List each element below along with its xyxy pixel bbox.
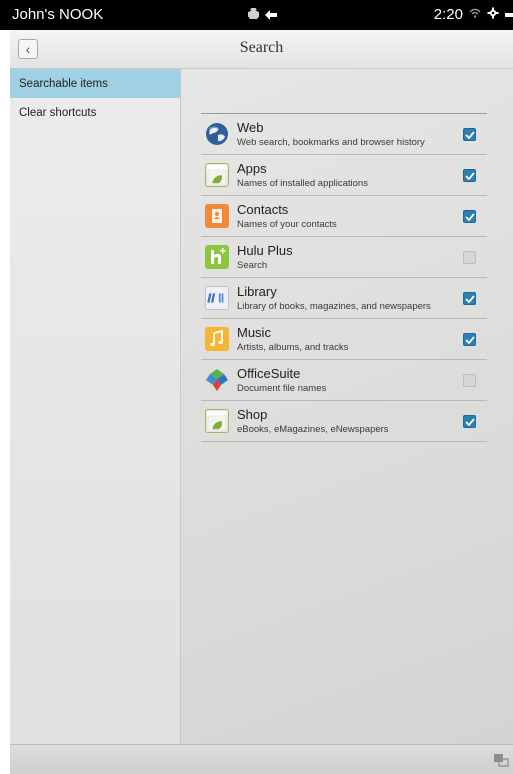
list-item-officesuite[interactable]: OfficeSuite Document file names <box>201 360 487 401</box>
shop-icon <box>205 409 229 433</box>
sidebar-item-clear-shortcuts[interactable]: Clear shortcuts <box>10 98 180 127</box>
officesuite-icon <box>205 368 229 392</box>
contacts-checkbox[interactable] <box>463 210 476 223</box>
item-description: Web search, bookmarks and browser histor… <box>237 137 425 148</box>
music-checkbox[interactable] <box>463 333 476 346</box>
list-item-shop[interactable]: Shop eBooks, eMagazines, eNewspapers <box>201 401 487 442</box>
sidebar-item-label: Searchable items <box>19 77 108 90</box>
searchable-items-list: Web Web search, bookmarks and browser hi… <box>201 113 487 442</box>
music-icon <box>205 327 229 351</box>
hulu-icon <box>205 245 229 269</box>
settings-sidebar: Searchable items Clear shortcuts <box>10 69 181 744</box>
globe-icon <box>205 122 229 146</box>
owner-name[interactable]: John's NOOK <box>12 6 103 23</box>
library-icon <box>205 286 229 310</box>
item-title: Web <box>237 120 264 135</box>
list-item-contacts[interactable]: Contacts Names of your contacts <box>201 196 487 237</box>
item-description: Artists, albums, and tracks <box>237 342 349 353</box>
library-checkbox[interactable] <box>463 292 476 305</box>
clock: 2:20 <box>433 6 463 23</box>
contacts-icon <box>205 204 229 228</box>
device-screen: John's NOOK 2:20 ‹ Search Searchable ite… <box>0 0 513 774</box>
officesuite-checkbox[interactable] <box>463 374 476 387</box>
list-item-apps[interactable]: Apps Names of installed applications <box>201 155 487 196</box>
item-title: Music <box>237 325 271 340</box>
notification-icons <box>248 7 278 26</box>
item-description: eBooks, eMagazines, eNewspapers <box>237 424 389 435</box>
hulu-plus-checkbox[interactable] <box>463 251 476 264</box>
header-bar: ‹ Search <box>10 30 513 69</box>
item-description: Document file names <box>237 383 327 394</box>
item-description: Library of books, magazines, and newspap… <box>237 301 431 312</box>
sidebar-item-label: Clear shortcuts <box>19 106 97 119</box>
item-title: Contacts <box>237 202 289 217</box>
apps-icon <box>205 163 229 187</box>
searchable-items-panel: Web Web search, bookmarks and browser hi… <box>181 69 513 744</box>
page-title: Search <box>239 39 284 56</box>
sidebar-item-searchable-items[interactable]: Searchable items <box>10 69 180 98</box>
list-item-web[interactable]: Web Web search, bookmarks and browser hi… <box>201 114 487 155</box>
item-title: Shop <box>237 407 268 422</box>
web-checkbox[interactable] <box>463 128 476 141</box>
item-description: Names of your contacts <box>237 219 337 230</box>
list-item-hulu-plus[interactable]: Hulu Plus Search <box>201 237 487 278</box>
shop-checkbox[interactable] <box>463 415 476 428</box>
list-item-music[interactable]: Music Artists, albums, and tracks <box>201 319 487 360</box>
apps-checkbox[interactable] <box>463 169 476 182</box>
android-debug-icon[interactable] <box>248 7 259 26</box>
item-title: Library <box>237 284 277 299</box>
status-bar: John's NOOK 2:20 <box>0 0 513 30</box>
status-right: 2:20 <box>434 6 513 23</box>
list-item-library[interactable]: Library Library of books, magazines, and… <box>201 278 487 319</box>
item-title: Apps <box>237 161 267 176</box>
wifi-icon <box>469 6 481 23</box>
battery-icon <box>505 6 513 23</box>
gear-icon[interactable] <box>487 6 499 23</box>
item-title: Hulu Plus <box>237 243 293 258</box>
recent-apps-icon[interactable] <box>493 753 509 772</box>
bottom-bar <box>10 744 513 774</box>
item-description: Search <box>237 260 268 271</box>
usb-icon[interactable] <box>264 8 278 26</box>
item-description: Names of installed applications <box>237 178 368 189</box>
item-title: OfficeSuite <box>237 366 301 381</box>
